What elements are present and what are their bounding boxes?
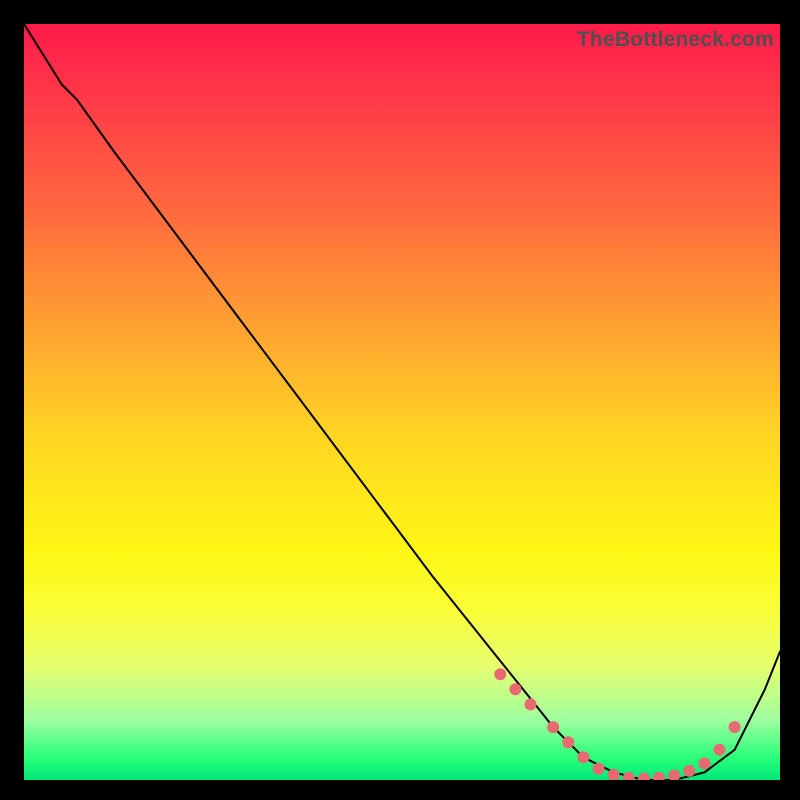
- marker-dot: [683, 765, 695, 777]
- marker-dot: [623, 772, 635, 780]
- marker-dot: [638, 773, 650, 781]
- chart-container: TheBottleneck.com: [0, 0, 800, 800]
- curve-line: [24, 24, 780, 780]
- marker-dot: [714, 744, 726, 756]
- chart-svg: [24, 24, 780, 780]
- marker-dot: [509, 683, 521, 695]
- marker-dot: [729, 721, 741, 733]
- plot-area: TheBottleneck.com: [24, 24, 780, 780]
- marker-dot: [562, 736, 574, 748]
- marker-dot: [525, 698, 537, 710]
- marker-dot: [494, 668, 506, 680]
- marker-dot: [668, 770, 680, 781]
- marker-dots: [494, 668, 740, 780]
- marker-dot: [698, 757, 710, 769]
- marker-dot: [577, 751, 589, 763]
- marker-dot: [593, 763, 605, 775]
- marker-dot: [547, 721, 559, 733]
- marker-dot: [653, 772, 665, 780]
